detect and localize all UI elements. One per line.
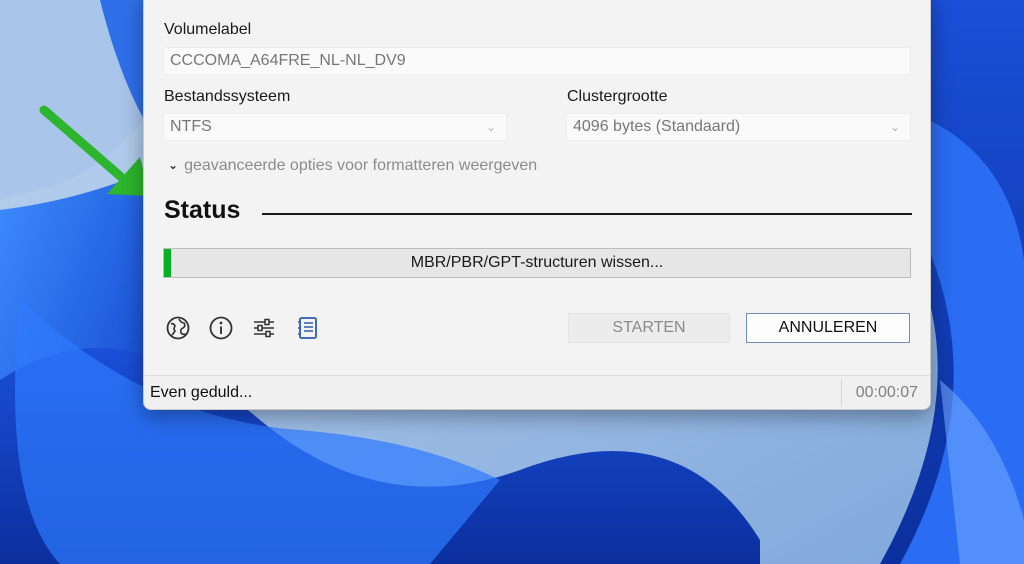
status-bar-divider [841,379,842,406]
cancel-button[interactable]: ANNULEREN [746,313,910,343]
start-button[interactable]: STARTEN [568,313,730,343]
info-icon[interactable] [208,315,234,341]
filesystem-caption: Bestandssysteem [164,88,291,105]
status-divider [262,213,912,215]
chevron-down-icon: ⌄ [889,120,900,134]
globe-icon[interactable] [165,315,191,341]
format-dialog: Volumelabel CCCOMA_A64FRE_NL-NL_DV9 Best… [143,0,931,410]
cluster-size-select[interactable]: 4096 bytes (Standaard) ⌄ [566,113,911,141]
progress-text: MBR/PBR/GPT-structuren wissen... [410,254,664,271]
cluster-size-value: 4096 bytes (Standaard) [573,118,741,135]
elapsed-timer: 00:00:07 [855,384,918,401]
progress-bar: MBR/PBR/GPT-structuren wissen... [163,248,911,278]
filesystem-value: NTFS [170,118,212,135]
status-bar: Even geduld... 00:00:07 [144,375,930,409]
chevron-down-icon: ⌄ [168,158,179,172]
volume-label-input[interactable]: CCCOMA_A64FRE_NL-NL_DV9 [163,47,911,75]
cluster-size-caption: Clustergrootte [567,88,668,105]
settings-sliders-icon[interactable] [251,315,277,341]
status-message: Even geduld... [150,384,253,401]
volume-label-caption: Volumelabel [164,21,252,38]
advanced-options-toggle[interactable]: ⌄ geavanceerde opties voor formatteren we… [168,157,537,175]
filesystem-select[interactable]: NTFS ⌄ [163,113,507,141]
log-icon[interactable] [295,315,321,341]
status-heading: Status [164,196,241,224]
advanced-options-label: geavanceerde opties voor formatteren wee… [184,157,538,174]
chevron-down-icon: ⌄ [485,120,496,134]
